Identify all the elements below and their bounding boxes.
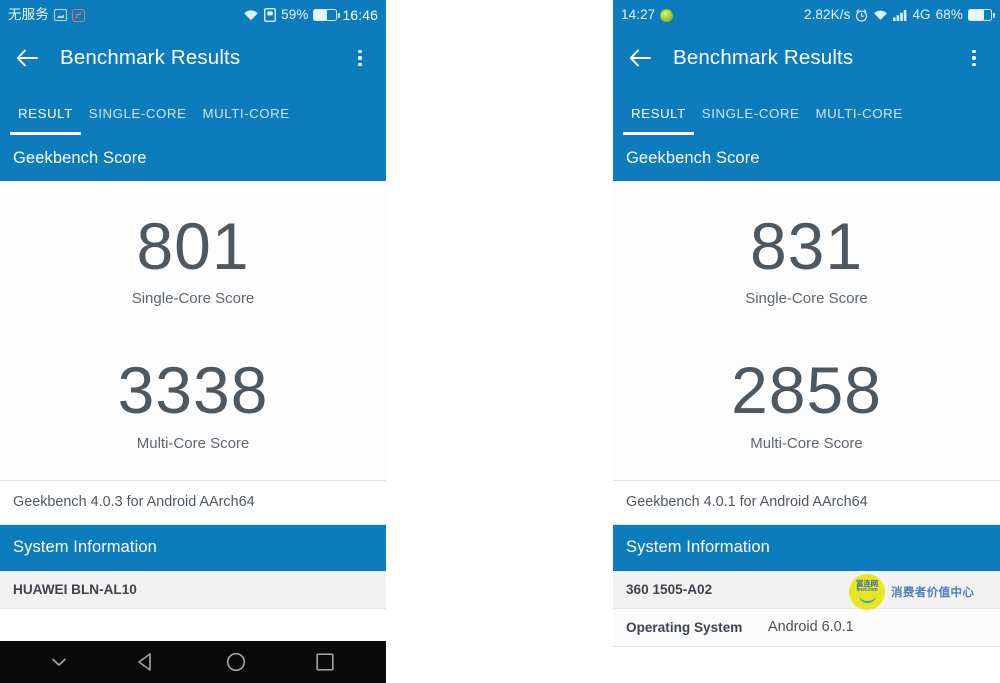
wifi-icon xyxy=(873,9,888,21)
app-bar-right: Benchmark Results xyxy=(613,30,1000,86)
single-core-score-label: Single-Core Score xyxy=(131,290,255,308)
os-value-label: Android 6.0.1 xyxy=(768,619,854,636)
home-circle-icon[interactable] xyxy=(225,651,247,673)
smile-icon xyxy=(858,596,876,604)
green-dot-icon xyxy=(660,8,674,22)
watermark-tagline: 消费者价值中心 xyxy=(891,586,975,599)
geekbench-version-row: Geekbench 4.0.1 for Android AArch64 xyxy=(613,480,1000,525)
status-bar-left-group: 无服务 xyxy=(8,8,85,22)
battery-percent-label: 59% xyxy=(281,7,309,23)
multi-core-score-block: 2858 Multi-Core Score xyxy=(613,353,1000,452)
status-bar-right-group: 59% 16:46 xyxy=(243,7,378,23)
phone-screenshot-left: 无服务 59% 16:46 Benchmark Results RESULT S… xyxy=(0,0,386,683)
chevron-down-icon[interactable] xyxy=(50,656,68,668)
clock-label: 16:46 xyxy=(342,7,378,23)
status-bar-right-right-group: 2.82K/s 4G 68% xyxy=(803,7,996,23)
tab-bar-left: RESULT SINGLE-CORE MULTI-CORE xyxy=(0,86,386,135)
phone-screenshot-right: 14:27 2.82K/s 4G 68% Benchmark Results R… xyxy=(613,0,1000,683)
android-nav-bar xyxy=(0,641,386,683)
battery-percent-label: 68% xyxy=(935,7,963,23)
screenshot-stage: 无服务 59% 16:46 Benchmark Results RESULT S… xyxy=(0,0,1000,683)
network-type-label: 4G xyxy=(912,7,931,23)
system-information-header: System Information xyxy=(0,524,386,571)
status-bar-right-left-group: 14:27 xyxy=(621,7,674,23)
sim-card-icon xyxy=(264,8,277,22)
tab-result[interactable]: RESULT xyxy=(10,106,81,135)
multi-core-score-block: 3338 Multi-Core Score xyxy=(0,353,386,452)
overflow-menu-icon[interactable] xyxy=(962,45,986,71)
wifi-icon xyxy=(243,9,259,21)
app-bar-left: Benchmark Results xyxy=(0,30,386,86)
multi-core-score-value: 3338 xyxy=(117,353,269,428)
page-title: Benchmark Results xyxy=(673,46,854,69)
single-core-score-value: 801 xyxy=(136,209,250,283)
back-triangle-icon[interactable] xyxy=(135,651,157,673)
multi-core-score-value: 2858 xyxy=(731,353,882,428)
recents-square-icon[interactable] xyxy=(314,651,336,673)
score-card-right: 831 Single-Core Score 2858 Multi-Core Sc… xyxy=(613,181,1000,481)
single-core-score-block: 831 Single-Core Score xyxy=(613,209,1000,308)
geekbench-score-header: Geekbench Score xyxy=(0,135,386,181)
single-core-score-value: 831 xyxy=(749,209,864,283)
mute-icon xyxy=(71,8,85,22)
battery-icon xyxy=(313,9,341,21)
single-core-score-label: Single-Core Score xyxy=(745,290,868,308)
geekbench-version-row: Geekbench 4.0.3 for Android AArch64 xyxy=(0,480,386,525)
tab-bar-right: RESULT SINGLE-CORE MULTI-CORE xyxy=(613,86,1000,135)
site-watermark: 富连网 finet.com 消费者价值中心 xyxy=(849,573,975,610)
network-speed-label: 2.82K/s xyxy=(803,7,851,23)
tab-single-core[interactable]: SINGLE-CORE xyxy=(694,106,808,135)
single-core-score-block: 801 Single-Core Score xyxy=(0,209,386,308)
clock-label: 14:27 xyxy=(621,7,656,23)
tab-multi-core[interactable]: MULTI-CORE xyxy=(194,106,297,135)
multi-core-score-label: Multi-Core Score xyxy=(136,434,250,452)
tab-multi-core[interactable]: MULTI-CORE xyxy=(807,106,910,135)
os-key-label: Operating System xyxy=(626,619,743,635)
overflow-menu-icon[interactable] xyxy=(348,45,372,71)
back-arrow-icon[interactable] xyxy=(14,45,40,71)
system-information-header: System Information xyxy=(613,524,1000,571)
tab-single-core[interactable]: SINGLE-CORE xyxy=(81,106,195,135)
geekbench-score-header: Geekbench Score xyxy=(613,135,1000,181)
watermark-logo-en: finet.com xyxy=(856,587,878,594)
score-card-left: 801 Single-Core Score 3338 Multi-Core Sc… xyxy=(0,181,386,481)
back-arrow-icon[interactable] xyxy=(627,45,653,71)
tab-result[interactable]: RESULT xyxy=(623,106,694,135)
battery-icon xyxy=(968,9,996,21)
status-bar-left: 无服务 59% 16:46 xyxy=(0,0,386,30)
watermark-logo-cn: 富连网 xyxy=(856,578,878,588)
status-bar-right: 14:27 2.82K/s 4G 68% xyxy=(613,0,1000,30)
page-title: Benchmark Results xyxy=(60,46,241,69)
device-model-label: HUAWEI BLN-AL10 xyxy=(13,581,137,597)
finet-logo-icon: 富连网 finet.com xyxy=(849,573,885,610)
table-row: HUAWEI BLN-AL10 xyxy=(0,570,386,609)
signal-bars-icon xyxy=(893,9,907,21)
device-model-label: 360 1505-A02 xyxy=(626,581,713,597)
table-row: 360 1505-A02 富连网 finet.com 消费者价值中心 xyxy=(613,570,1000,610)
multi-core-score-label: Multi-Core Score xyxy=(750,434,863,452)
alarm-icon xyxy=(855,8,868,22)
picture-icon xyxy=(53,9,67,21)
carrier-label: 无服务 xyxy=(8,7,49,23)
table-row: Operating System Android 6.0.1 xyxy=(613,608,1000,647)
